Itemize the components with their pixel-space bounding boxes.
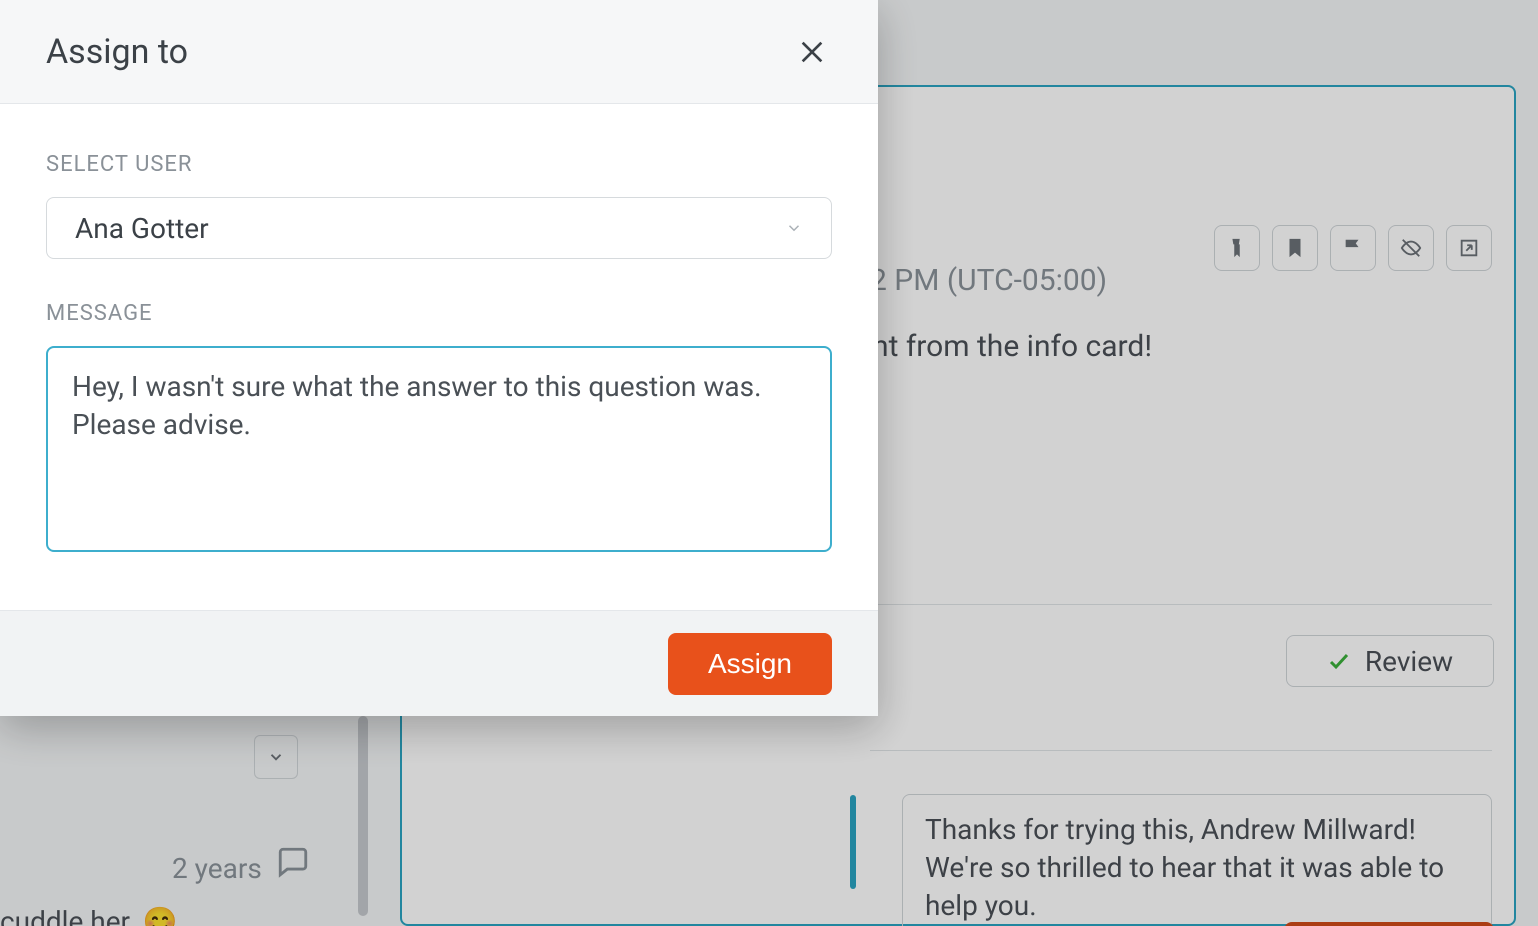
select-user-label: SELECT USER	[46, 152, 832, 177]
message-textarea[interactable]	[46, 346, 832, 552]
message-label: MESSAGE	[46, 301, 832, 326]
modal-title: Assign to	[46, 32, 188, 72]
assign-modal: Assign to SELECT USER Ana Gotter MESSAGE…	[0, 0, 878, 716]
chevron-down-icon	[785, 219, 803, 237]
user-select[interactable]: Ana Gotter	[46, 197, 832, 259]
modal-header: Assign to	[0, 0, 878, 104]
close-button[interactable]	[792, 32, 832, 72]
selected-user-value: Ana Gotter	[75, 212, 209, 245]
assign-button-label: Assign	[708, 648, 792, 679]
close-icon	[796, 36, 828, 68]
modal-footer: Assign	[0, 610, 878, 716]
assign-button[interactable]: Assign	[668, 633, 832, 695]
modal-body: SELECT USER Ana Gotter MESSAGE	[0, 104, 878, 610]
